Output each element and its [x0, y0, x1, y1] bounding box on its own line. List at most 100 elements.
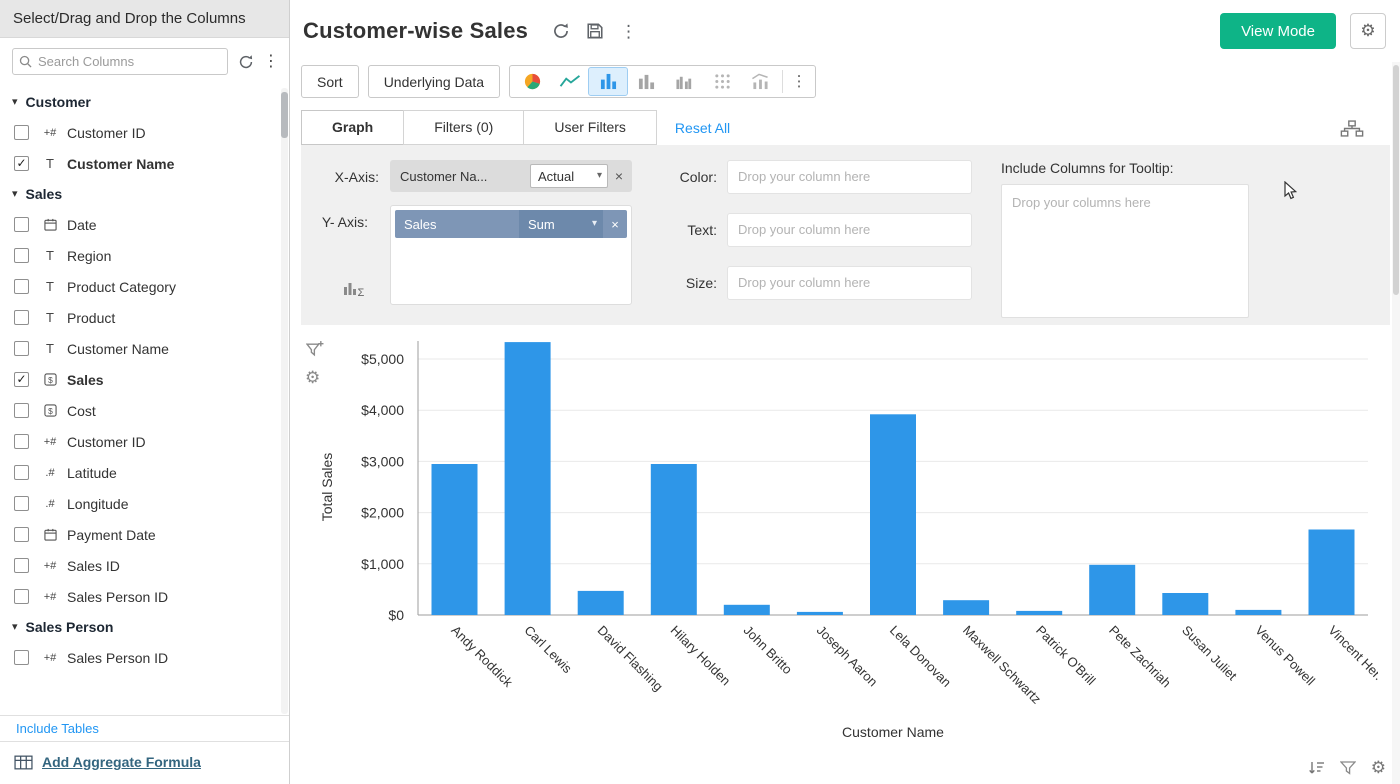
column-checkbox[interactable] [14, 310, 29, 325]
column-item[interactable]: .#Latitude [12, 457, 275, 488]
column-label: Sales [67, 372, 104, 388]
remove-y-column-icon[interactable]: × [603, 218, 627, 231]
column-checkbox[interactable]: ✓ [14, 372, 29, 387]
remove-x-column-icon[interactable]: × [608, 169, 630, 183]
column-checkbox[interactable] [14, 496, 29, 511]
chart-filter-icon[interactable] [1340, 760, 1356, 776]
column-label: Sales Person ID [67, 650, 168, 666]
settings-button[interactable]: ⚙ [1350, 13, 1386, 49]
scatter-chart-icon[interactable] [703, 68, 741, 95]
pie-chart-icon[interactable] [513, 68, 551, 95]
text-type-icon: T [39, 279, 61, 294]
column-checkbox[interactable] [14, 589, 29, 604]
drill-hierarchy-icon[interactable] [1340, 120, 1364, 137]
include-tables-link[interactable]: Include Tables [16, 721, 99, 736]
y-axis-chip[interactable]: Sales Sum ▾ × [395, 210, 627, 238]
column-checkbox[interactable] [14, 465, 29, 480]
x-aggregate-select[interactable]: Actual ▾ [530, 164, 608, 188]
y-axis-dropzone[interactable]: Sales Sum ▾ × [390, 205, 632, 305]
bar-chart-icon[interactable] [589, 68, 627, 95]
column-item[interactable]: Payment Date [12, 519, 275, 550]
column-checkbox[interactable] [14, 434, 29, 449]
column-checkbox[interactable] [14, 341, 29, 356]
grouped-bar-chart-icon[interactable] [665, 68, 703, 95]
combo-chart-icon[interactable] [741, 68, 779, 95]
tooltip-columns-label: Include Columns for Tooltip: [1001, 160, 1374, 176]
chart-gear-icon[interactable]: ⚙ [1371, 759, 1386, 776]
color-label: Color: [673, 160, 717, 185]
refresh-icon[interactable] [552, 22, 570, 40]
column-checkbox[interactable] [14, 403, 29, 418]
svg-text:Venus Powell: Venus Powell [1252, 623, 1318, 689]
header-more-options-icon[interactable]: ⋮ [620, 23, 637, 40]
main-scrollbar[interactable] [1392, 62, 1400, 784]
svg-text:Andy Roddick: Andy Roddick [448, 623, 516, 691]
chart-sort-icon[interactable] [1308, 760, 1325, 776]
report-header: Customer-wise Sales ⋮ View Mode ⚙ [290, 0, 1400, 62]
column-checkbox[interactable] [14, 279, 29, 294]
column-item[interactable]: ✓$Sales [12, 364, 275, 395]
size-row: Size: Drop your column here [673, 266, 975, 300]
tab-graph[interactable]: Graph [301, 110, 404, 145]
column-group-customer[interactable]: ▾Customer [12, 87, 275, 117]
view-mode-button[interactable]: View Mode [1220, 13, 1336, 49]
tab-filters[interactable]: Filters (0) [403, 110, 524, 145]
tooltip-dropzone[interactable]: Drop your columns here [1001, 184, 1249, 318]
y-aggregate-select[interactable]: Sum ▾ [519, 210, 603, 238]
color-dropzone[interactable]: Drop your column here [727, 160, 972, 194]
main-area: Customer-wise Sales ⋮ View Mode ⚙ Sort U… [290, 0, 1400, 784]
svg-text:Joseph Aaron: Joseph Aaron [814, 623, 881, 690]
chart-settings-icon[interactable]: ⚙ [305, 369, 320, 386]
sort-button[interactable]: Sort [301, 65, 359, 98]
number-type-icon: +# [39, 560, 61, 572]
column-item[interactable]: TProduct [12, 302, 275, 333]
tab-user-filters[interactable]: User Filters [523, 110, 657, 145]
column-item[interactable]: .#Longitude [12, 488, 275, 519]
column-item[interactable]: TRegion [12, 240, 275, 271]
chart-filter-plus-icon[interactable] [306, 340, 324, 358]
column-item[interactable]: +#Sales ID [12, 550, 275, 581]
add-aggregate-formula-link[interactable]: Add Aggregate Formula [42, 754, 201, 770]
text-dropzone[interactable]: Drop your column here [727, 213, 972, 247]
column-group-sales[interactable]: ▾Sales [12, 179, 275, 209]
column-item[interactable]: ✓TCustomer Name [12, 148, 275, 179]
column-item[interactable]: +#Customer ID [12, 117, 275, 148]
chart-types-more-icon[interactable]: ⋮ [786, 68, 812, 95]
refresh-columns-icon[interactable] [238, 54, 254, 70]
underlying-data-button[interactable]: Underlying Data [368, 65, 500, 98]
line-chart-icon[interactable] [551, 68, 589, 95]
summary-function-icon[interactable]: Σ [343, 278, 365, 303]
column-item[interactable]: +#Customer ID [12, 426, 275, 457]
sidebar-scrollbar-thumb[interactable] [281, 92, 288, 138]
main-scrollbar-thumb[interactable] [1393, 65, 1399, 295]
encoding-column: Color: Drop your column here Text: Drop … [673, 160, 975, 310]
column-checkbox[interactable] [14, 217, 29, 232]
chevron-down-icon: ▾ [12, 189, 18, 200]
column-checkbox[interactable] [14, 125, 29, 140]
column-checkbox[interactable] [14, 248, 29, 263]
column-item[interactable]: $Cost [12, 395, 275, 426]
column-item[interactable]: +#Sales Person ID [12, 642, 275, 673]
column-checkbox[interactable] [14, 558, 29, 573]
reset-all-link[interactable]: Reset All [675, 120, 730, 136]
column-item[interactable]: TProduct Category [12, 271, 275, 302]
save-icon[interactable] [586, 22, 604, 40]
svg-text:Maxwell Schwartz: Maxwell Schwartz [960, 623, 1044, 707]
column-item[interactable]: Date [12, 209, 275, 240]
columns-sidebar: Select/Drag and Drop the Columns ⋮ ▾Cust… [0, 0, 290, 784]
x-axis-chip[interactable]: Customer Na... Actual ▾ × [390, 160, 632, 192]
sidebar-scrollbar[interactable] [281, 88, 288, 714]
column-checkbox[interactable]: ✓ [14, 156, 29, 171]
column-checkbox[interactable] [14, 527, 29, 542]
column-checkbox[interactable] [14, 650, 29, 665]
size-dropzone[interactable]: Drop your column here [727, 266, 972, 300]
search-columns-input[interactable] [38, 54, 221, 69]
column-group-sales-person[interactable]: ▾Sales Person [12, 612, 275, 642]
search-columns-box[interactable] [12, 48, 228, 75]
column-item[interactable]: +#Sales Person ID [12, 581, 275, 612]
column-chart-icon[interactable] [627, 68, 665, 95]
svg-text:$4,000: $4,000 [361, 402, 404, 418]
sidebar-more-options-icon[interactable]: ⋮ [263, 54, 279, 70]
include-tables-row: Include Tables [0, 715, 289, 742]
column-item[interactable]: TCustomer Name [12, 333, 275, 364]
